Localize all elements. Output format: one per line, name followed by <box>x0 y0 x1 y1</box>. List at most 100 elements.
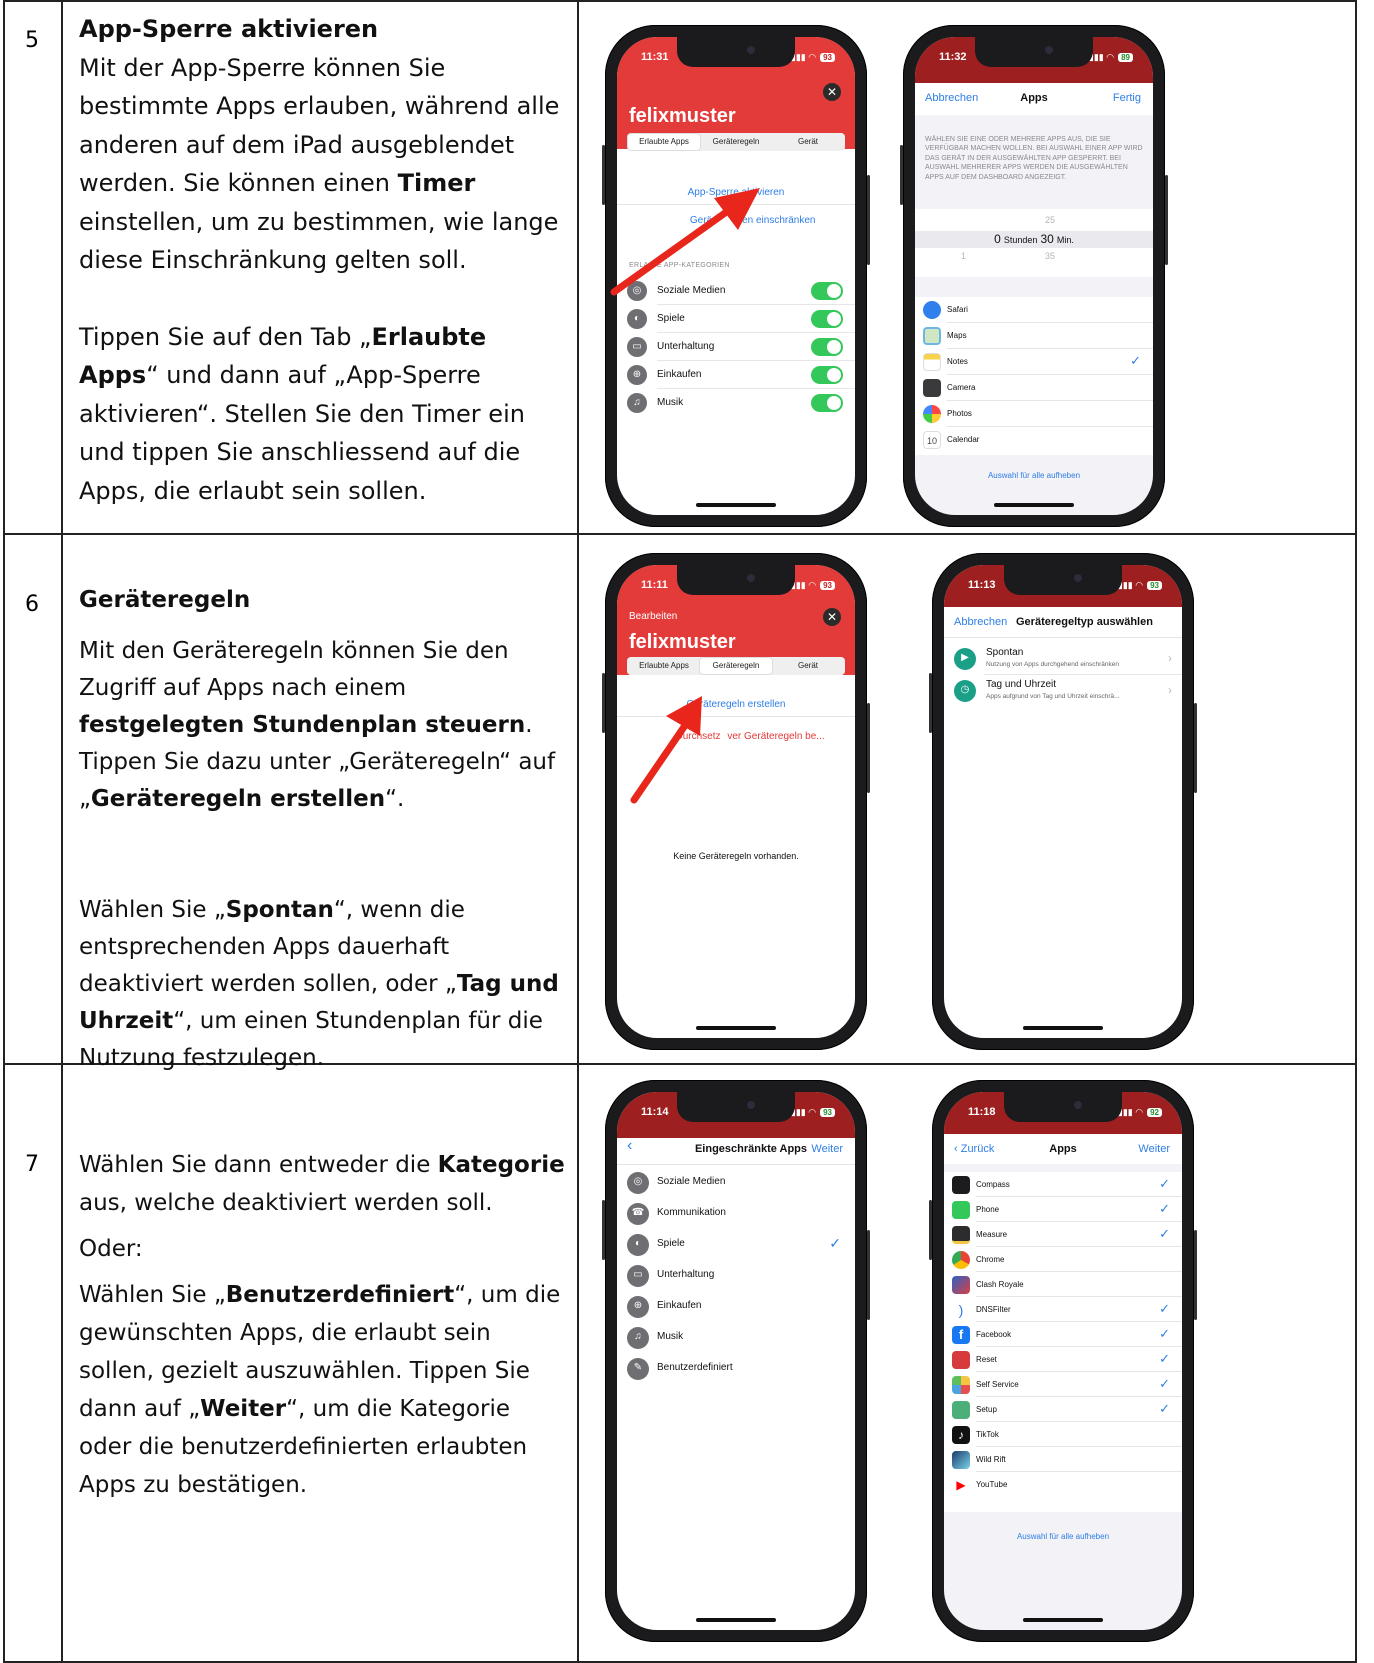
list-item[interactable]: Setup ✓ <box>944 1397 1182 1422</box>
toggle-on[interactable] <box>811 366 843 384</box>
list-item[interactable]: Maps <box>915 323 1153 349</box>
toggle-on[interactable] <box>811 394 843 412</box>
nav-bar: ‹ Zurück Apps Weiter <box>944 1134 1182 1164</box>
tab-allowed-apps[interactable]: Erlaubte Apps <box>628 658 700 674</box>
list-item[interactable]: ♫ Musik <box>617 389 855 417</box>
list-item[interactable]: Camera <box>915 375 1153 401</box>
home-indicator <box>696 1026 776 1030</box>
list-item[interactable]: ▭ Unterhaltung <box>617 1261 855 1292</box>
list-item[interactable]: 10 Calendar <box>915 427 1153 453</box>
list-item[interactable]: ▶ YouTube <box>944 1472 1182 1497</box>
list-item[interactable]: Chrome <box>944 1247 1182 1272</box>
done-button[interactable]: Fertig <box>1113 92 1141 104</box>
list-item[interactable]: Photos <box>915 401 1153 427</box>
checkmark-icon: ✓ <box>1159 1351 1170 1366</box>
phone-mockup: 11:18 ▮▮▮ ◠ 92 ‹ Zurück Apps Weiter Comp… <box>929 1080 1197 1642</box>
battery-icon: 93 <box>820 581 835 590</box>
list-item[interactable]: Self Service ✓ <box>944 1372 1182 1397</box>
segmented-tabs[interactable]: Erlaubte Apps Geräteregeln Gerät <box>627 657 845 675</box>
close-icon[interactable]: ✕ <box>823 83 841 101</box>
deselect-all-link[interactable]: Auswahl für alle aufheben <box>944 1532 1182 1541</box>
phone-screen: 11:18 ▮▮▮ ◠ 92 ‹ Zurück Apps Weiter Comp… <box>944 1092 1182 1630</box>
clock-icon: ◷ <box>954 680 976 702</box>
step-paragraph: Wählen Sie „Benutzerdefiniert“, um die g… <box>79 1282 561 1498</box>
user-name: felixmuster <box>629 105 736 127</box>
tab-device[interactable]: Gerät <box>772 658 844 674</box>
list-item[interactable]: ◎ Soziale Medien <box>617 1168 855 1199</box>
list-item[interactable]: ✎ Benutzerdefiniert <box>617 1354 855 1385</box>
notch <box>1004 565 1122 595</box>
cancel-button[interactable]: Abbrechen <box>954 616 1007 628</box>
list-item[interactable]: Phone ✓ <box>944 1197 1182 1222</box>
tab-device-rules[interactable]: Geräteregeln <box>700 134 772 150</box>
facebook-icon: f <box>952 1326 970 1344</box>
home-indicator <box>696 1618 776 1622</box>
red-arrow-annotation <box>610 188 760 296</box>
checkmark-icon: ✓ <box>1159 1226 1170 1241</box>
list-item[interactable]: ◷ Tag und Uhrzeit Apps aufgrund von Tag … <box>944 675 1182 707</box>
deselect-all-link[interactable]: Auswahl für alle aufheben <box>915 471 1153 480</box>
status-icons: ▮▮▮ ◠ 93 <box>791 52 835 63</box>
list-item[interactable]: ▭ Unterhaltung <box>617 333 855 361</box>
status-icons: ▮▮▮ ◠ 93 <box>791 580 835 591</box>
list-item[interactable]: Reset ✓ <box>944 1347 1182 1372</box>
tab-allowed-apps[interactable]: Erlaubte Apps <box>628 134 700 150</box>
list-item[interactable]: ▶ Spontan Nutzung von Apps durchgehend e… <box>944 643 1182 675</box>
list-item[interactable]: ) DNSFilter ✓ <box>944 1297 1182 1322</box>
red-arrow-annotation <box>630 696 702 804</box>
user-name: felixmuster <box>629 631 736 653</box>
compass-icon <box>952 1176 970 1194</box>
step-text: App-Sperre aktivieren Mit der App-Sperre… <box>79 10 569 510</box>
back-chevron-icon[interactable]: ‹ <box>627 1137 632 1155</box>
enforce-link-right[interactable]: ver Geräteregeln be... <box>697 731 855 742</box>
toggle-on[interactable] <box>811 338 843 356</box>
list-item[interactable]: ◐ Spiele ✓ <box>617 1230 855 1261</box>
edit-button[interactable]: Bearbeiten <box>629 611 677 622</box>
battery-icon: 93 <box>1147 581 1162 590</box>
nav-title: Geräteregeltyp auswählen <box>1016 616 1153 628</box>
list-item[interactable]: f Facebook ✓ <box>944 1322 1182 1347</box>
calendar-icon: 10 <box>923 431 941 449</box>
list-item[interactable]: Compass ✓ <box>944 1172 1182 1197</box>
segmented-tabs[interactable]: Erlaubte Apps Geräteregeln Gerät <box>627 133 845 151</box>
status-icons: ▮▮▮ ◠ 89 <box>1089 52 1133 63</box>
next-button[interactable]: Weiter <box>1138 1143 1170 1155</box>
play-icon: ▶ <box>954 648 976 670</box>
list-item[interactable]: ♫ Musik <box>617 1323 855 1354</box>
status-time: 11:14 <box>641 1106 669 1118</box>
list-item[interactable]: ⊕ Einkaufen <box>617 361 855 389</box>
self-service-icon <box>952 1376 970 1394</box>
phone-icon <box>952 1201 970 1219</box>
step-number: 5 <box>25 28 39 53</box>
step-text: Geräteregeln Mit den Geräteregeln können… <box>79 582 569 1077</box>
timer-picker[interactable]: 25 0 Stunden 30 Min. 1 35 <box>915 209 1153 277</box>
toggle-on[interactable] <box>811 282 843 300</box>
list-item[interactable]: ♪ TikTok <box>944 1422 1182 1447</box>
status-time: 11:31 <box>641 51 669 63</box>
phone-mockup: 11:14 ▮▮▮ ◠ 93 ‹ Eingeschränkte Apps Wei… <box>602 1080 870 1642</box>
tab-device-rules[interactable]: Geräteregeln <box>700 658 772 674</box>
clash-royale-icon <box>952 1276 970 1294</box>
battery-icon: 93 <box>820 1108 835 1117</box>
youtube-icon: ▶ <box>952 1476 970 1494</box>
phone-screen: 11:13 ▮▮▮ ◠ 93 Abbrechen Geräteregeltyp … <box>944 565 1182 1038</box>
list-item[interactable]: Safari <box>915 297 1153 323</box>
app-list: Safari Maps Notes ✓ Camera Photos 10 Calen… <box>915 297 1153 455</box>
list-item[interactable]: Measure ✓ <box>944 1222 1182 1247</box>
list-item[interactable]: Clash Royale <box>944 1272 1182 1297</box>
camera-icon <box>923 379 941 397</box>
list-item[interactable]: ◐ Spiele <box>617 305 855 333</box>
table-border-left <box>3 0 5 1663</box>
tab-device[interactable]: Gerät <box>772 134 844 150</box>
picker-selection[interactable]: 0 Stunden 30 Min. <box>915 231 1153 248</box>
next-button[interactable]: Weiter <box>811 1143 843 1155</box>
list-item[interactable]: Notes ✓ <box>915 349 1153 375</box>
list-item[interactable]: Wild Rift <box>944 1447 1182 1472</box>
list-item[interactable]: ☎ Kommunikation <box>617 1199 855 1230</box>
list-item[interactable]: ⊕ Einkaufen <box>617 1292 855 1323</box>
photos-icon <box>923 405 941 423</box>
step-paragraph: Oder: <box>79 1236 143 1262</box>
music-icon: ♫ <box>627 393 647 413</box>
music-icon: ♫ <box>627 1327 649 1349</box>
toggle-on[interactable] <box>811 310 843 328</box>
